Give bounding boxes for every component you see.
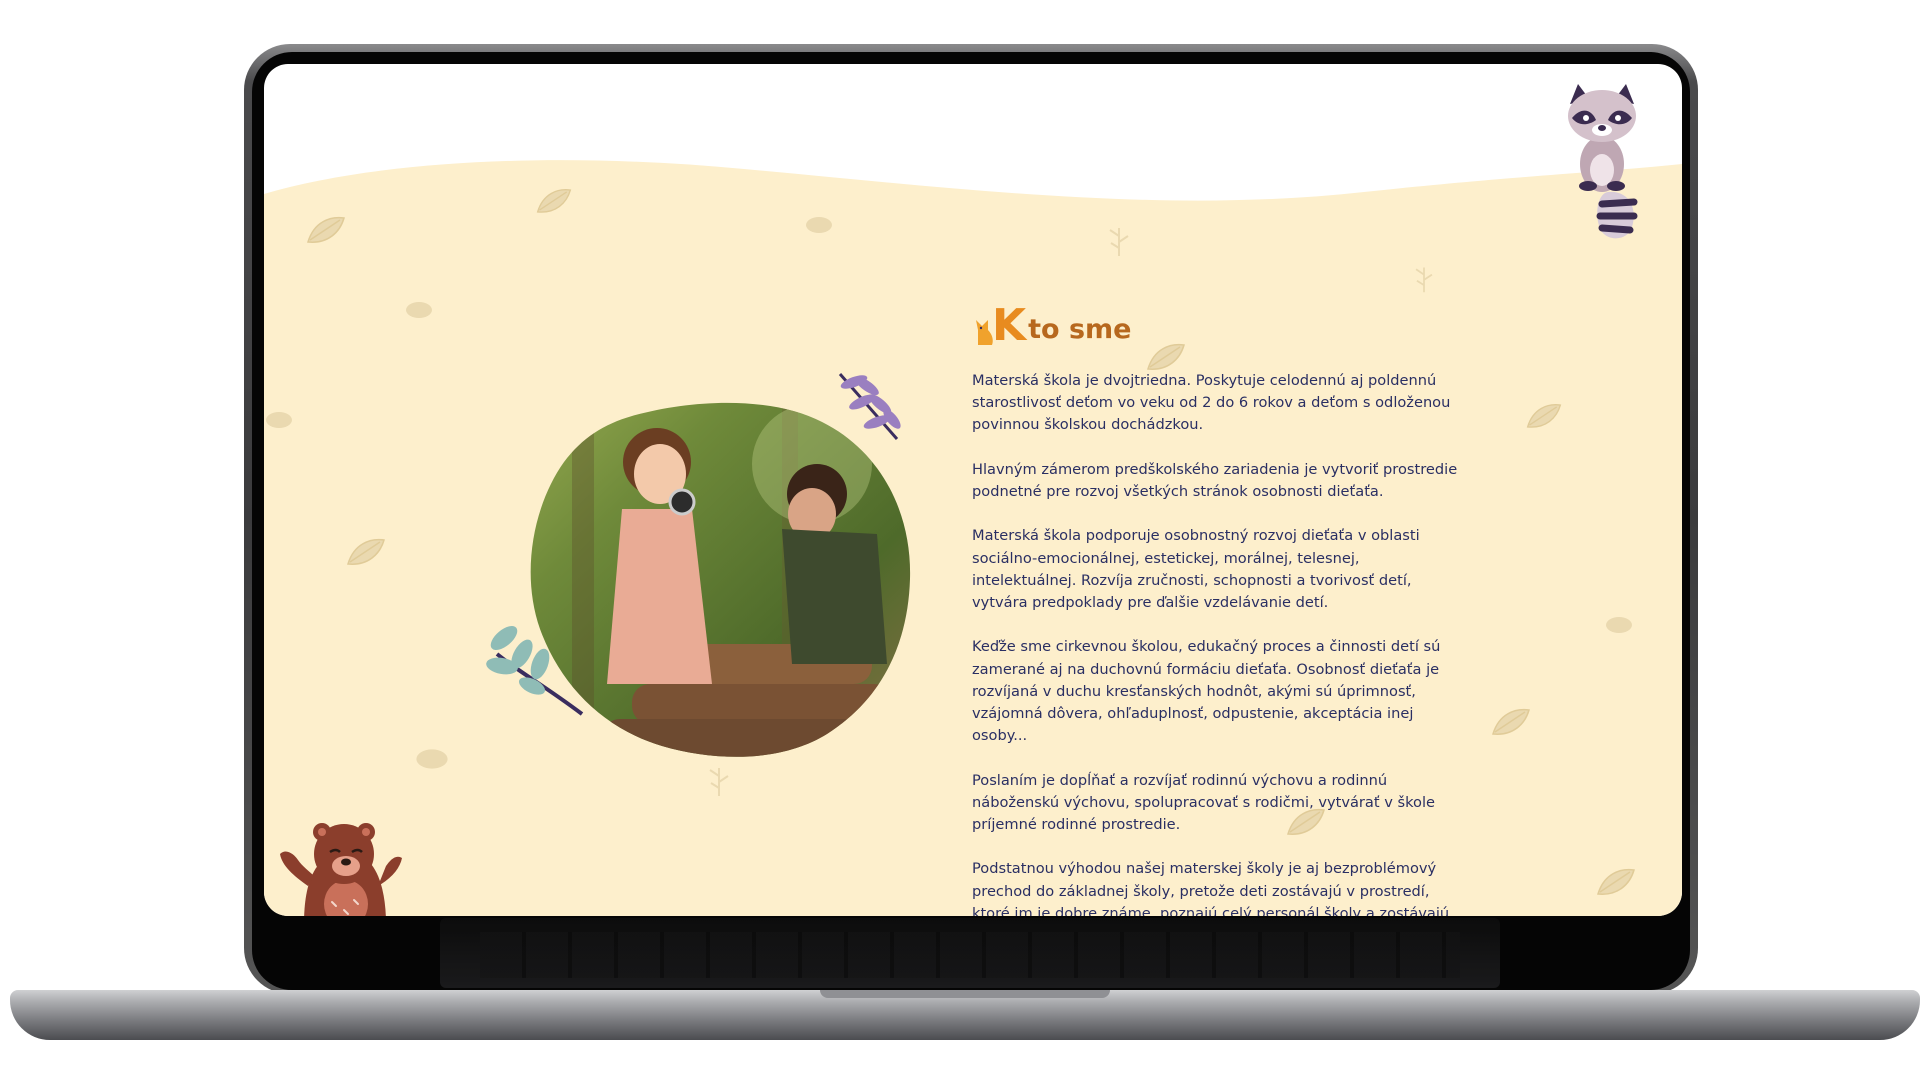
- leaf-pattern-icon: [709, 768, 729, 796]
- paragraph: Podstatnou výhodou našej materskej školy…: [972, 860, 1450, 916]
- leaf-pattern-icon: [806, 217, 832, 233]
- leaf-pattern-icon: [536, 189, 572, 213]
- leaf-pattern-icon: [347, 538, 385, 565]
- leaf-pattern-icon: [416, 749, 448, 769]
- leaf-pattern-icon: [1606, 617, 1632, 633]
- paragraph: Poslaním je dopĺňať a rozvíjať rodinnú v…: [972, 771, 1435, 833]
- leaf-pattern-icon: [266, 412, 292, 428]
- leaf-pattern-icon: [406, 302, 432, 318]
- section-heading: K to sme: [974, 304, 1131, 348]
- paragraph: Materská škola podporuje osobnostný rozv…: [972, 527, 1420, 611]
- children-photo: [486, 373, 911, 757]
- paragraph: Hlavným zámerom predškolského zariadenia…: [972, 460, 1458, 500]
- paragraph: Keďže sme cirkevnou školou, edukačný pro…: [972, 638, 1441, 745]
- leaf-pattern-icon: [1526, 404, 1562, 428]
- leaf-pattern-icon: [1597, 868, 1635, 895]
- keyboard-reflection: [440, 918, 1500, 988]
- leaf-pattern-icon: [1415, 267, 1433, 293]
- laptop-screen: K to sme Materská škola je dvojtriedna. …: [264, 64, 1682, 916]
- bear-illustration: [280, 823, 402, 916]
- leaf-pattern-icon: [1109, 228, 1129, 256]
- leaf-pattern-icon: [1492, 708, 1530, 735]
- leaf-pattern-icon: [307, 216, 345, 243]
- raccoon-illustration: [1568, 84, 1638, 239]
- heading-text: to sme: [1028, 314, 1132, 345]
- laptop-notch: [820, 990, 1110, 998]
- section-body: Materská škola je dvojtriedna. Poskytuje…: [972, 370, 1458, 916]
- paragraph: Materská škola je dvojtriedna. Poskytuje…: [972, 372, 1451, 434]
- heading-initial: K: [992, 300, 1027, 351]
- purple-leaf-decoration: [838, 373, 901, 440]
